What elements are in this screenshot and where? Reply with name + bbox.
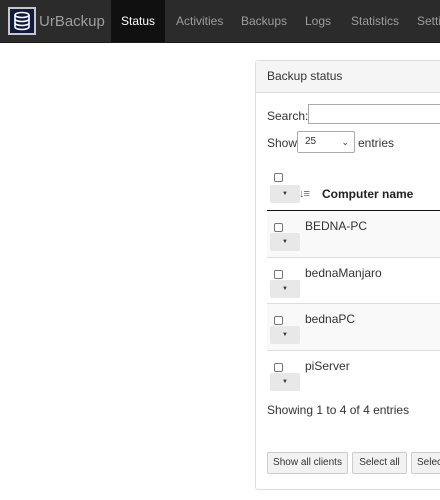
column-header-computer-name[interactable]: Computer name bbox=[322, 187, 413, 201]
nav-logs[interactable]: Logs bbox=[305, 0, 331, 42]
select-all-button[interactable]: Select all bbox=[352, 452, 407, 474]
search-input[interactable] bbox=[308, 104, 440, 124]
show-all-clients-button[interactable]: Show all clients bbox=[267, 452, 348, 474]
row-checkbox[interactable] bbox=[274, 363, 283, 372]
row-checkbox[interactable] bbox=[274, 223, 283, 232]
table-info: Showing 1 to 4 of 4 entries bbox=[267, 403, 410, 417]
computer-name: bednaPC bbox=[305, 312, 356, 326]
search-label: Search: bbox=[267, 109, 309, 123]
database-logo-icon bbox=[8, 7, 36, 35]
nav-activities[interactable]: Activities bbox=[176, 0, 223, 42]
row-dropdown-button[interactable]: ▼ bbox=[270, 233, 300, 251]
nav-statistics[interactable]: Statistics bbox=[351, 0, 399, 42]
caret-down-icon: ▼ bbox=[282, 379, 288, 385]
table-row[interactable]: bednaPC ▼ bbox=[267, 304, 440, 350]
entries-value: 25 bbox=[305, 136, 317, 147]
row-dropdown-button[interactable]: ▼ bbox=[270, 280, 300, 298]
table-row[interactable]: bednaManjaro ▼ bbox=[267, 258, 440, 304]
chevron-down-icon: ⌄ bbox=[341, 137, 349, 147]
select-button[interactable]: Select bbox=[411, 452, 440, 474]
computer-name: piServer bbox=[305, 359, 350, 373]
caret-down-icon: ▼ bbox=[282, 239, 288, 245]
caret-down-icon: ▼ bbox=[282, 191, 288, 197]
show-label: Show bbox=[267, 136, 298, 150]
brand[interactable]: UrBackup bbox=[8, 6, 105, 36]
row-dropdown-button[interactable]: ▼ bbox=[270, 373, 300, 391]
select-all-checkbox[interactable] bbox=[274, 173, 283, 182]
panel-title: Backup status bbox=[256, 61, 440, 93]
sort-icon[interactable]: ↓≡ bbox=[299, 188, 310, 200]
header-dropdown-button[interactable]: ▼ bbox=[270, 185, 300, 203]
table-row[interactable]: piServer ▼ bbox=[267, 351, 440, 397]
top-navbar: UrBackup Status Activities Backups Logs … bbox=[0, 0, 440, 43]
caret-down-icon: ▼ bbox=[282, 332, 288, 338]
computer-name: BEDNA-PC bbox=[305, 219, 368, 233]
brand-name: UrBackup bbox=[39, 12, 105, 30]
caret-down-icon: ▼ bbox=[282, 286, 288, 292]
table-row[interactable]: BEDNA-PC ▼ bbox=[267, 211, 440, 257]
entries-select[interactable]: 25 ⌄ bbox=[297, 131, 355, 153]
entries-label: entries bbox=[358, 136, 395, 150]
row-checkbox[interactable] bbox=[274, 270, 283, 279]
nav-settings[interactable]: Setti bbox=[417, 0, 440, 42]
nav-backups[interactable]: Backups bbox=[241, 0, 287, 42]
row-checkbox[interactable] bbox=[274, 316, 283, 325]
computer-name: bednaManjaro bbox=[305, 266, 382, 280]
nav-status[interactable]: Status bbox=[111, 0, 165, 42]
backup-status-panel: Backup status Search: Show 25 ⌄ entries … bbox=[255, 60, 440, 490]
row-dropdown-button[interactable]: ▼ bbox=[270, 326, 300, 344]
